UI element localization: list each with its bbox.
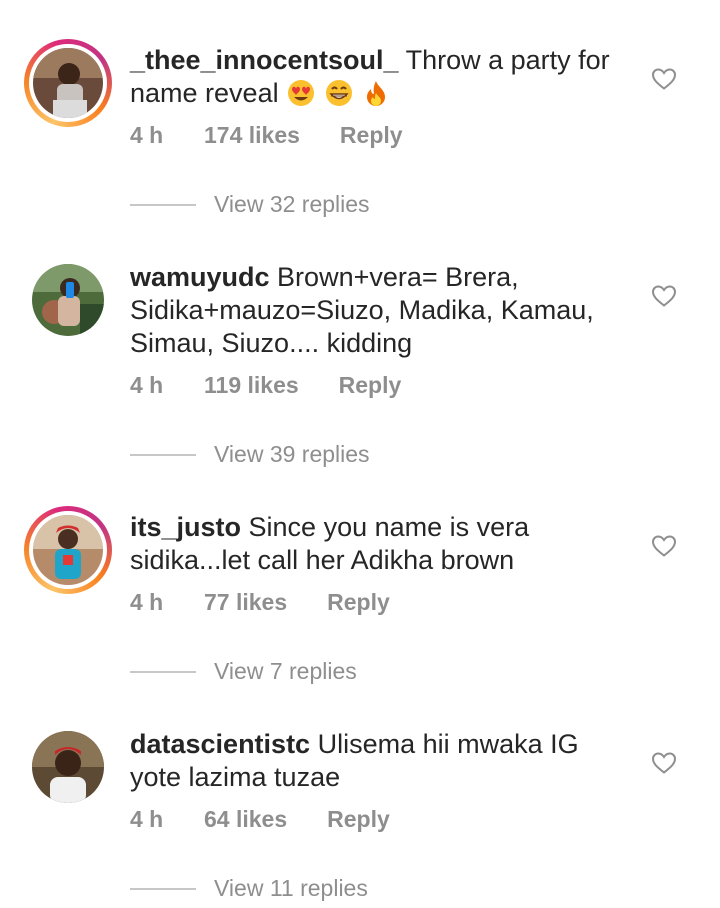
- comment-likes[interactable]: 174 likes: [204, 122, 300, 149]
- comment-meta: 4 h 174 likes Reply: [130, 122, 403, 149]
- comment-meta: 4 h 77 likes Reply: [130, 589, 390, 616]
- comment-username[interactable]: datascientistc: [130, 729, 310, 759]
- like-heart-icon[interactable]: [651, 534, 677, 558]
- avatar: [32, 731, 104, 803]
- comment-meta: 4 h 64 likes Reply: [130, 806, 390, 833]
- divider: [130, 887, 196, 890]
- comment-username[interactable]: _thee_innocentsoul_: [130, 45, 399, 75]
- view-replies-label: View 11 replies: [214, 875, 368, 901]
- avatar: [33, 48, 103, 118]
- comment-time: 4 h: [130, 589, 164, 615]
- grinning-emoji-icon: [325, 80, 352, 106]
- view-replies-button[interactable]: View 32 replies: [130, 191, 370, 218]
- reply-button[interactable]: Reply: [327, 589, 390, 616]
- divider: [130, 203, 196, 206]
- like-heart-icon[interactable]: [651, 67, 677, 91]
- comment-username[interactable]: its_justo: [130, 512, 241, 542]
- reply-button[interactable]: Reply: [339, 372, 402, 399]
- fire-emoji-icon: [367, 81, 386, 106]
- view-replies-button[interactable]: View 11 replies: [130, 875, 368, 902]
- reply-button[interactable]: Reply: [340, 122, 403, 149]
- comment-text: wamuyudc Brown+vera= Brera, Sidika+mauzo…: [130, 261, 630, 360]
- reply-button[interactable]: Reply: [327, 806, 390, 833]
- avatar-story-ring[interactable]: [24, 506, 112, 594]
- view-replies-label: View 39 replies: [214, 441, 370, 467]
- comment-likes[interactable]: 64 likes: [204, 806, 287, 833]
- divider: [130, 670, 196, 673]
- view-replies-label: View 7 replies: [214, 658, 357, 684]
- avatar-story-ring[interactable]: [24, 39, 112, 127]
- comment-likes[interactable]: 119 likes: [204, 372, 299, 399]
- comment-text: its_justo Since you name is vera sidika.…: [130, 511, 630, 577]
- avatar-wrapper[interactable]: [24, 256, 112, 344]
- comment-time: 4 h: [130, 122, 164, 148]
- view-replies-button[interactable]: View 7 replies: [130, 658, 357, 685]
- view-replies-label: View 32 replies: [214, 191, 370, 217]
- comment-time: 4 h: [130, 372, 164, 398]
- avatar: [32, 264, 104, 336]
- comment-text: _thee_innocentsoul_ Throw a party for na…: [130, 44, 630, 110]
- comment-text: datascientistc Ulisema hii mwaka IG yote…: [130, 728, 630, 794]
- comment-meta: 4 h 119 likes Reply: [130, 372, 401, 399]
- like-heart-icon[interactable]: [651, 751, 677, 775]
- comment-likes[interactable]: 77 likes: [204, 589, 287, 616]
- comment-username[interactable]: wamuyudc: [130, 262, 270, 292]
- avatar-wrapper[interactable]: [24, 723, 112, 811]
- heart-eyes-emoji-icon: [288, 80, 315, 106]
- like-heart-icon[interactable]: [651, 284, 677, 308]
- avatar: [33, 515, 103, 585]
- comment-time: 4 h: [130, 806, 164, 832]
- divider: [130, 453, 196, 456]
- view-replies-button[interactable]: View 39 replies: [130, 441, 370, 468]
